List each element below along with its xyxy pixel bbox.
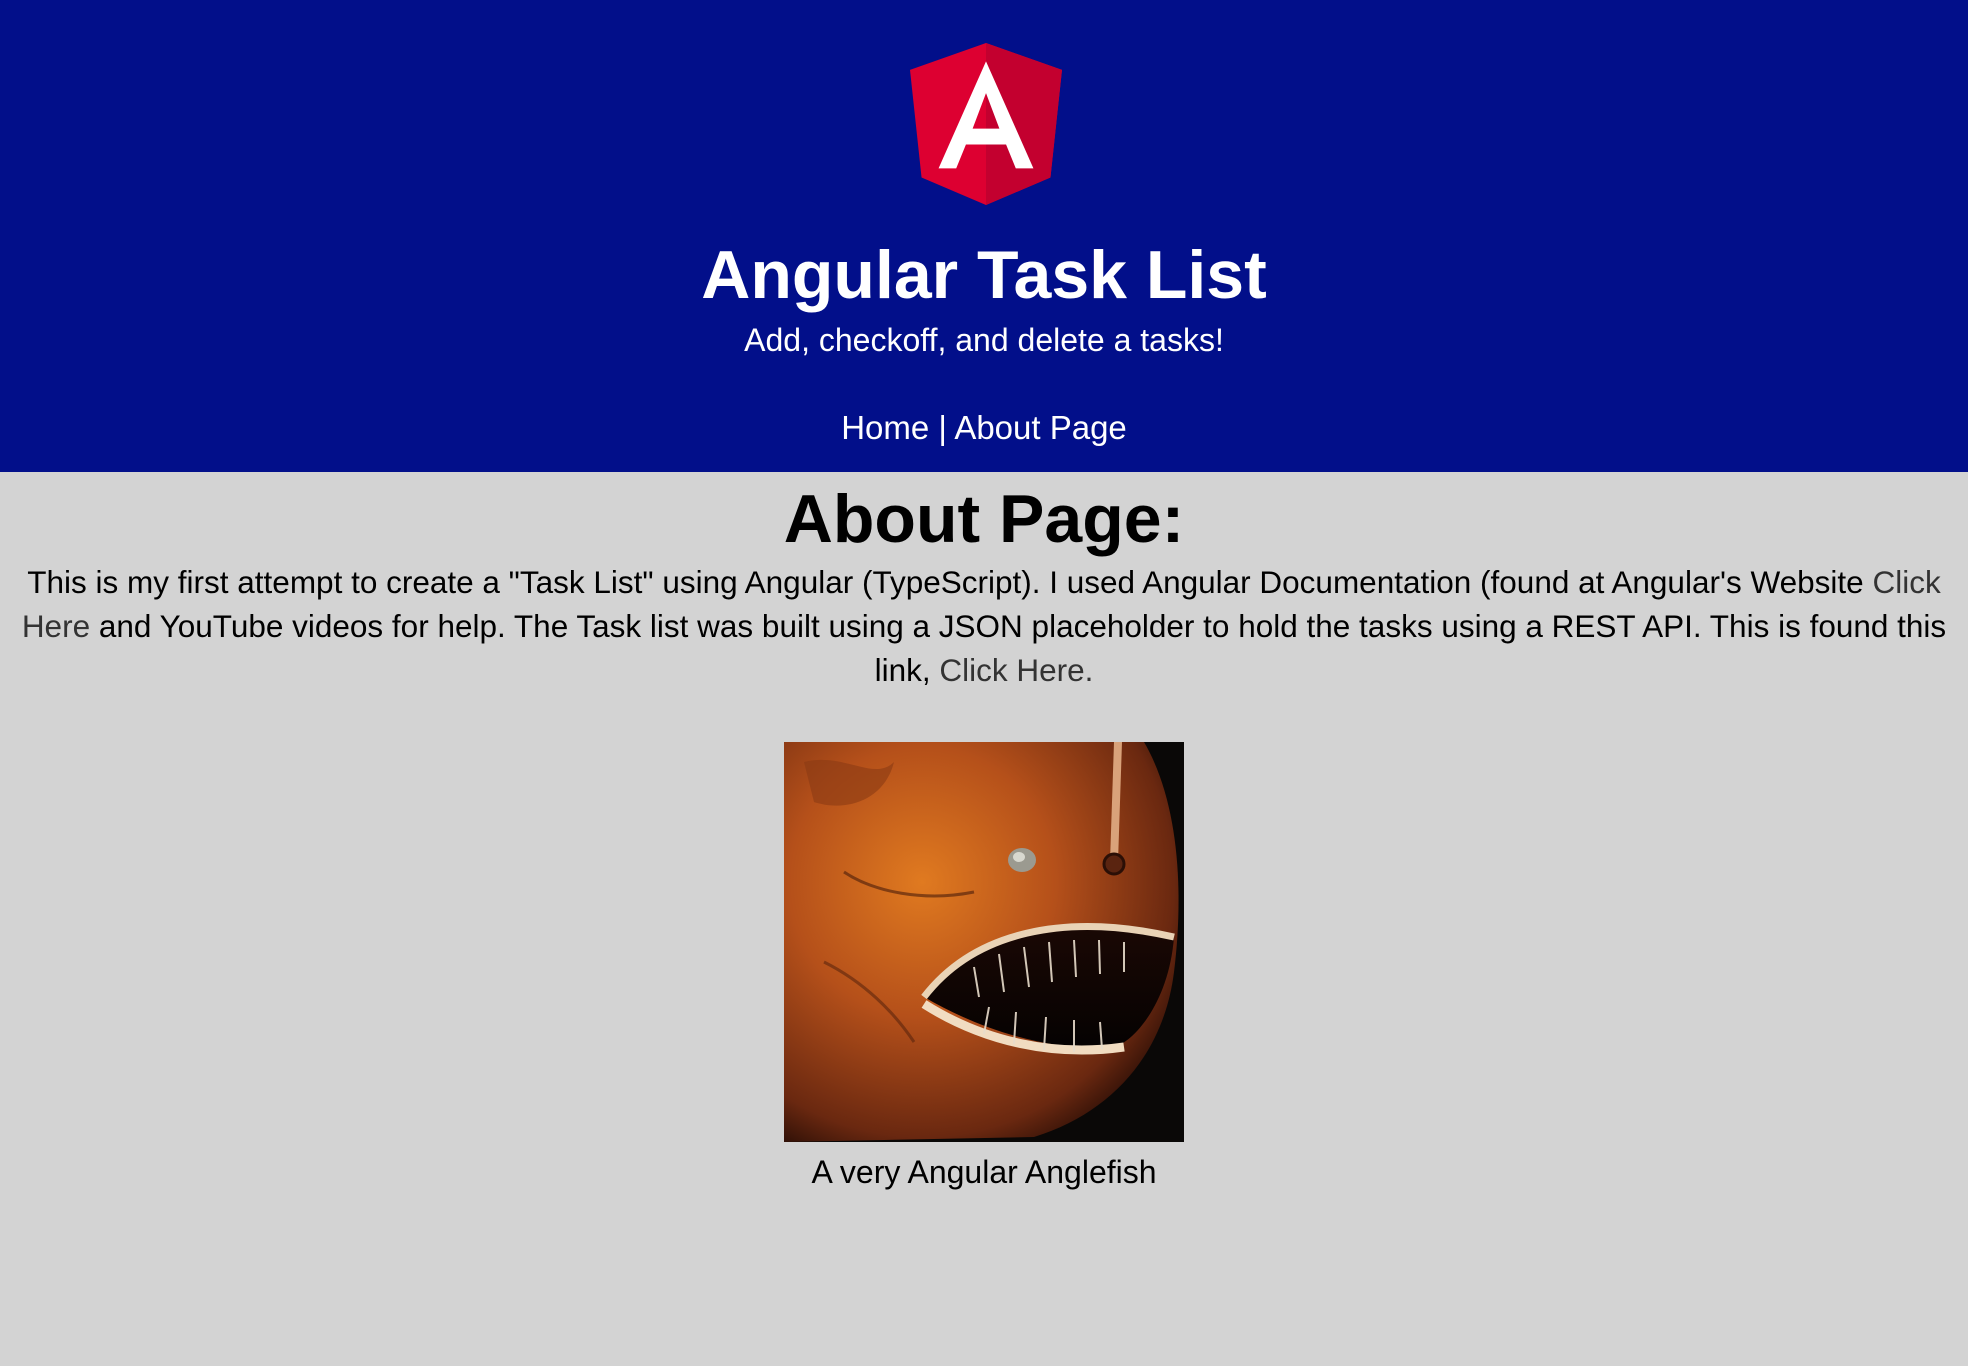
page-title: About Page: (783, 481, 1185, 557)
anglerfish-image (784, 742, 1184, 1142)
main-nav: Home | About Page (0, 408, 1968, 448)
app-subtitle: Add, checkoff, and delete a tasks! (744, 322, 1224, 358)
json-placeholder-link[interactable]: Click Here. (939, 652, 1093, 688)
intro-paragraph: This is my first attempt to create a "Ta… (4, 560, 1964, 692)
intro-text-1: This is my first attempt to create a "Ta… (27, 564, 1873, 600)
angular-logo-icon (910, 43, 1062, 205)
main-content: About Page: This is my first attempt to … (0, 472, 1968, 1192)
app-title: Angular Task List (701, 237, 1267, 313)
anglerfish-figure: A very Angular Anglefish (784, 742, 1184, 1192)
figure-caption: A very Angular Anglefish (811, 1154, 1157, 1190)
nav-separator: | (929, 409, 955, 446)
nav-home-link[interactable]: Home (841, 409, 929, 446)
app-header: Angular Task List Add, checkoff, and del… (0, 0, 1968, 472)
nav-about-link[interactable]: About Page (954, 409, 1126, 446)
